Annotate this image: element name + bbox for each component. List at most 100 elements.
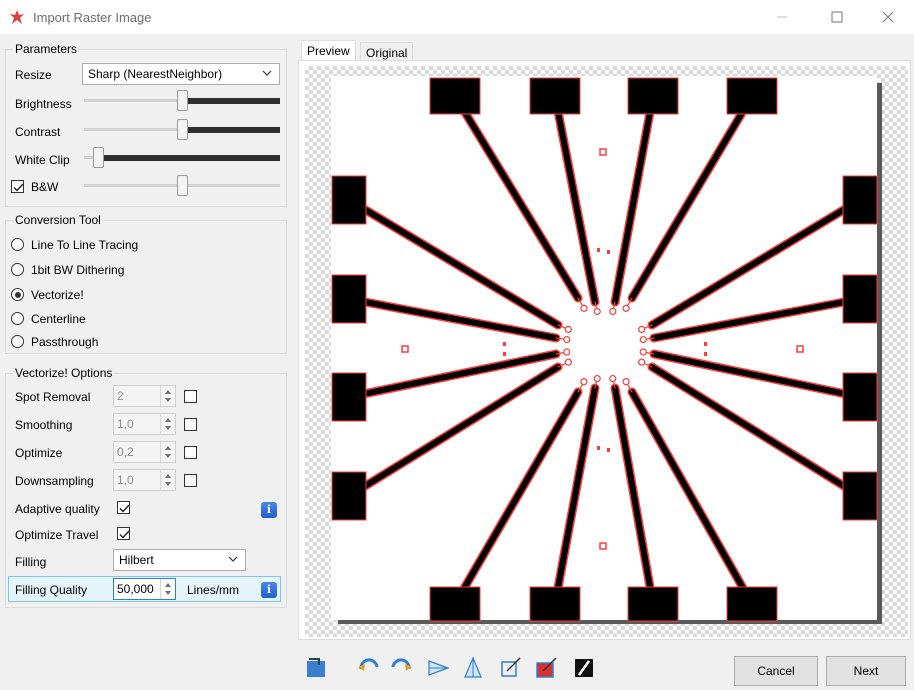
optimize-travel-checkbox[interactable]	[117, 527, 130, 540]
contrast-slider[interactable]	[84, 119, 280, 141]
adaptive-quality-checkbox[interactable]	[117, 501, 130, 514]
label-mark	[607, 250, 610, 254]
brightness-label: Brightness	[15, 97, 72, 111]
tab-preview[interactable]: Preview	[301, 40, 356, 62]
contact-pad	[726, 586, 778, 622]
filling-quality-spinner[interactable]: 50,000	[113, 578, 176, 600]
smoothing-spinner[interactable]: 1,0	[113, 413, 176, 435]
spinner-value: 50,000	[117, 582, 154, 596]
contact-ring	[593, 307, 601, 316]
crop-icon[interactable]	[497, 655, 523, 681]
slider-thumb[interactable]	[177, 90, 188, 111]
spot-removal-checkbox[interactable]	[184, 390, 197, 403]
contact-ring	[609, 307, 617, 316]
flip-vertical-icon[interactable]	[460, 655, 486, 681]
radio-centerline[interactable]	[11, 312, 24, 325]
contact-pad	[842, 471, 878, 521]
rotate-left-icon[interactable]	[356, 655, 382, 681]
spinner-buttons[interactable]	[160, 414, 175, 434]
slider-thumb[interactable]	[177, 119, 188, 140]
flip-horizontal-icon[interactable]	[426, 655, 452, 681]
minimize-icon	[777, 16, 787, 18]
checkmark-icon	[119, 504, 130, 513]
contact-ring	[580, 304, 588, 312]
resize-label: Resize	[15, 68, 52, 82]
spot-removal-spinner[interactable]: 2	[113, 385, 176, 407]
close-button[interactable]	[866, 4, 910, 30]
downsampling-checkbox[interactable]	[184, 474, 197, 487]
smoothing-checkbox[interactable]	[184, 418, 197, 431]
contact-ring	[622, 304, 630, 312]
vectorize-title: Vectorize! Options	[13, 366, 115, 380]
checkmark-icon	[119, 530, 130, 539]
label-mark	[704, 342, 707, 346]
contact-pad	[331, 274, 367, 324]
filling-dropdown[interactable]: Hilbert	[113, 549, 246, 571]
maximize-icon	[831, 11, 843, 23]
filling-label: Filling	[15, 555, 47, 569]
radio-bw-dithering[interactable]	[11, 263, 24, 276]
spinner-buttons[interactable]	[160, 386, 175, 406]
radio-selected-dot	[14, 291, 21, 298]
spinner-value: 0,2	[117, 445, 134, 459]
cancel-button[interactable]: Cancel	[734, 656, 818, 686]
rotate-right-icon[interactable]	[388, 655, 414, 681]
contact-ring	[593, 374, 601, 383]
label-mark	[597, 248, 600, 252]
next-button[interactable]: Next	[826, 656, 906, 686]
checkmark-icon	[13, 183, 24, 192]
optimize-spinner[interactable]: 0,2	[113, 441, 176, 463]
filling-quality-label: Filling Quality	[15, 583, 88, 597]
rotate-back-icon[interactable]	[303, 655, 329, 681]
spinner-buttons[interactable]	[160, 470, 175, 490]
whiteclip-slider[interactable]	[84, 147, 280, 169]
spot-removal-label: Spot Removal	[15, 390, 91, 404]
spinner-buttons[interactable]	[160, 579, 175, 599]
slider-fill	[188, 127, 280, 133]
contact-ring	[622, 378, 630, 386]
bw-checkbox[interactable]	[11, 180, 24, 193]
radio-label: Vectorize!	[31, 288, 84, 302]
filling-value: Hilbert	[119, 553, 154, 567]
bw-slider[interactable]	[84, 175, 280, 197]
minimize-button[interactable]	[760, 4, 804, 30]
radio-label: Centerline	[31, 312, 86, 326]
filling-quality-info-icon[interactable]: i	[261, 582, 277, 598]
chevron-down-icon	[262, 70, 272, 76]
radio-passthrough[interactable]	[11, 335, 24, 348]
adaptive-quality-label: Adaptive quality	[15, 502, 100, 516]
brightness-slider[interactable]	[84, 90, 280, 112]
preview-canvas	[331, 76, 877, 620]
slider-thumb[interactable]	[93, 147, 104, 168]
auto-crop-icon[interactable]	[533, 655, 559, 681]
optimize-checkbox[interactable]	[184, 446, 197, 459]
contact-ring	[638, 325, 646, 333]
contact-ring	[639, 348, 647, 356]
downsampling-spinner[interactable]: 1,0	[113, 469, 176, 491]
contact-pad	[627, 586, 679, 622]
label-mark	[597, 446, 600, 450]
close-icon	[882, 11, 894, 23]
label-mark	[607, 448, 610, 452]
contact-ring	[580, 378, 588, 386]
optimize-travel-label: Optimize Travel	[15, 528, 99, 542]
conversion-title: Conversion Tool	[13, 213, 103, 227]
contact-pad	[529, 77, 581, 115]
resize-dropdown[interactable]: Sharp (NearestNeighbor)	[82, 63, 280, 85]
contact-ring	[564, 358, 572, 366]
slider-thumb[interactable]	[177, 175, 188, 196]
spinner-value: 2	[117, 389, 124, 403]
radio-label: Line To Line Tracing	[31, 238, 139, 252]
downsampling-label: Downsampling	[15, 474, 94, 488]
chevron-down-icon	[228, 556, 238, 562]
invert-icon[interactable]	[571, 655, 597, 681]
maximize-button[interactable]	[815, 4, 859, 30]
contact-pad	[627, 77, 679, 115]
spinner-buttons[interactable]	[160, 442, 175, 462]
adaptive-quality-info-icon[interactable]: i	[261, 502, 277, 518]
radio-line-tracing[interactable]	[11, 238, 24, 251]
radio-vectorize[interactable]	[11, 288, 24, 301]
contact-pad	[529, 586, 581, 622]
resize-value: Sharp (NearestNeighbor)	[88, 67, 223, 81]
contact-pad	[842, 372, 878, 422]
